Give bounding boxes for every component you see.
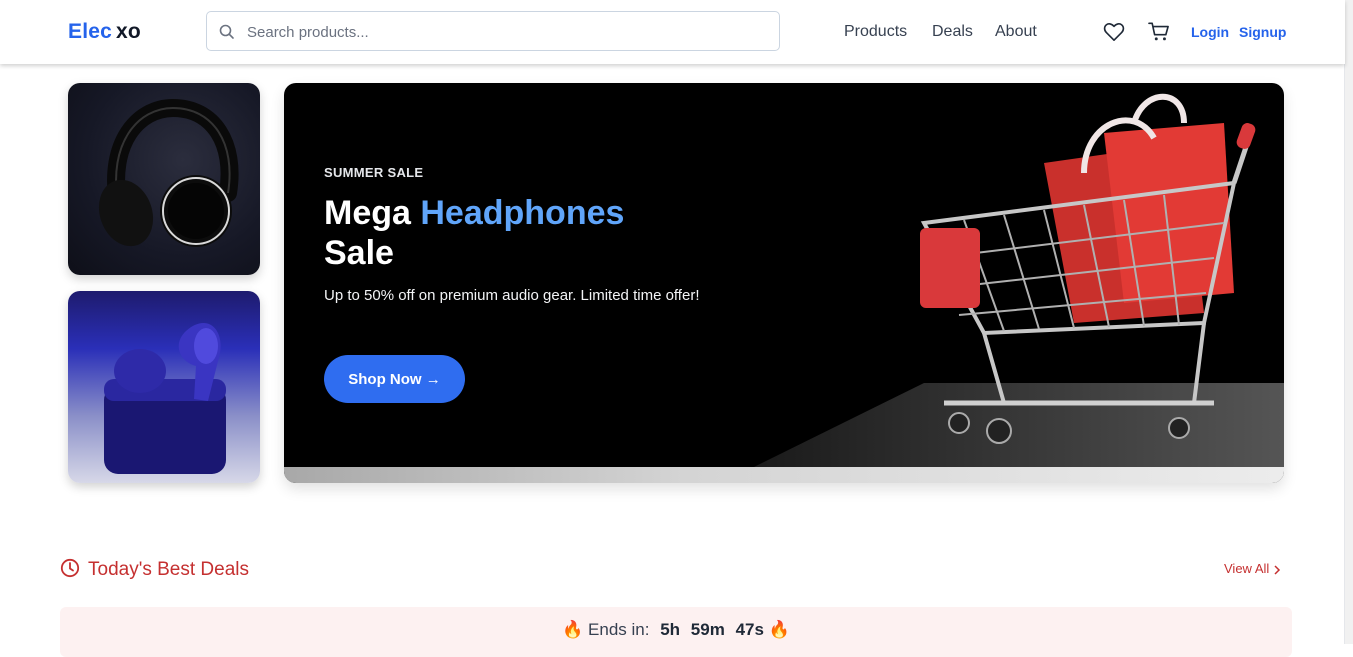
top-header: Elecxo Products Deals About Login Signup xyxy=(0,0,1345,64)
search-input[interactable] xyxy=(245,12,769,52)
deals-title: Today's Best Deals xyxy=(88,559,249,580)
hero-title-part1: Mega xyxy=(324,194,411,232)
wishlist-button[interactable] xyxy=(1103,22,1125,47)
shop-now-button[interactable]: Shop Now → xyxy=(324,355,465,403)
hero-title-accent: Headphones xyxy=(420,194,625,232)
earbuds-illustration xyxy=(104,322,226,474)
hero-title: Mega Headphones Sale xyxy=(324,193,704,273)
fire-icon-end: 🔥 xyxy=(768,620,790,639)
view-all-label: View All xyxy=(1224,561,1270,576)
view-all-link[interactable]: View All xyxy=(1224,561,1281,576)
countdown-timer: 🔥 Ends in: 5h 59m 47s 🔥 xyxy=(60,620,1292,640)
page-scrollbar[interactable] xyxy=(1344,0,1353,644)
clock-icon xyxy=(60,558,80,578)
brand-logo[interactable]: Elec xo xyxy=(68,20,141,44)
brand-logo-part2: xo xyxy=(116,20,141,43)
search-box[interactable] xyxy=(206,11,780,52)
timer-seconds: 47s xyxy=(735,620,764,639)
shopping-cart-illustration xyxy=(754,93,1284,467)
heart-icon xyxy=(1103,23,1125,41)
cart-icon xyxy=(1148,22,1169,41)
nav-deals[interactable]: Deals xyxy=(932,23,973,41)
timer-hours: 5h xyxy=(660,620,681,639)
hero-title-part2: Sale xyxy=(324,234,394,272)
login-link[interactable]: Login xyxy=(1191,24,1229,40)
hero-bottom-strip xyxy=(284,467,1284,483)
chevron-right-icon xyxy=(1274,565,1281,575)
search-icon xyxy=(219,24,234,39)
timer-label: Ends in: xyxy=(588,620,650,639)
earbuds-image[interactable] xyxy=(68,291,260,483)
hero-banner: SUMMER SALE Mega Headphones Sale Up to 5… xyxy=(284,83,1284,483)
hero-eyebrow: SUMMER SALE xyxy=(324,165,424,180)
countdown-bar: 🔥 Ends in: 5h 59m 47s 🔥 xyxy=(60,607,1292,657)
timer-minutes: 59m xyxy=(690,620,725,639)
nav-about[interactable]: About xyxy=(995,23,1037,41)
fire-icon: 🔥 xyxy=(562,620,584,639)
signup-link[interactable]: Signup xyxy=(1239,24,1286,40)
cart-button[interactable] xyxy=(1148,22,1170,47)
hero-description: Up to 50% off on premium audio gear. Lim… xyxy=(324,287,700,304)
headphones-illustration xyxy=(98,98,239,247)
brand-logo-part1: Elec xyxy=(68,20,112,43)
headphones-image[interactable] xyxy=(68,83,260,275)
nav-products[interactable]: Products xyxy=(844,23,907,41)
